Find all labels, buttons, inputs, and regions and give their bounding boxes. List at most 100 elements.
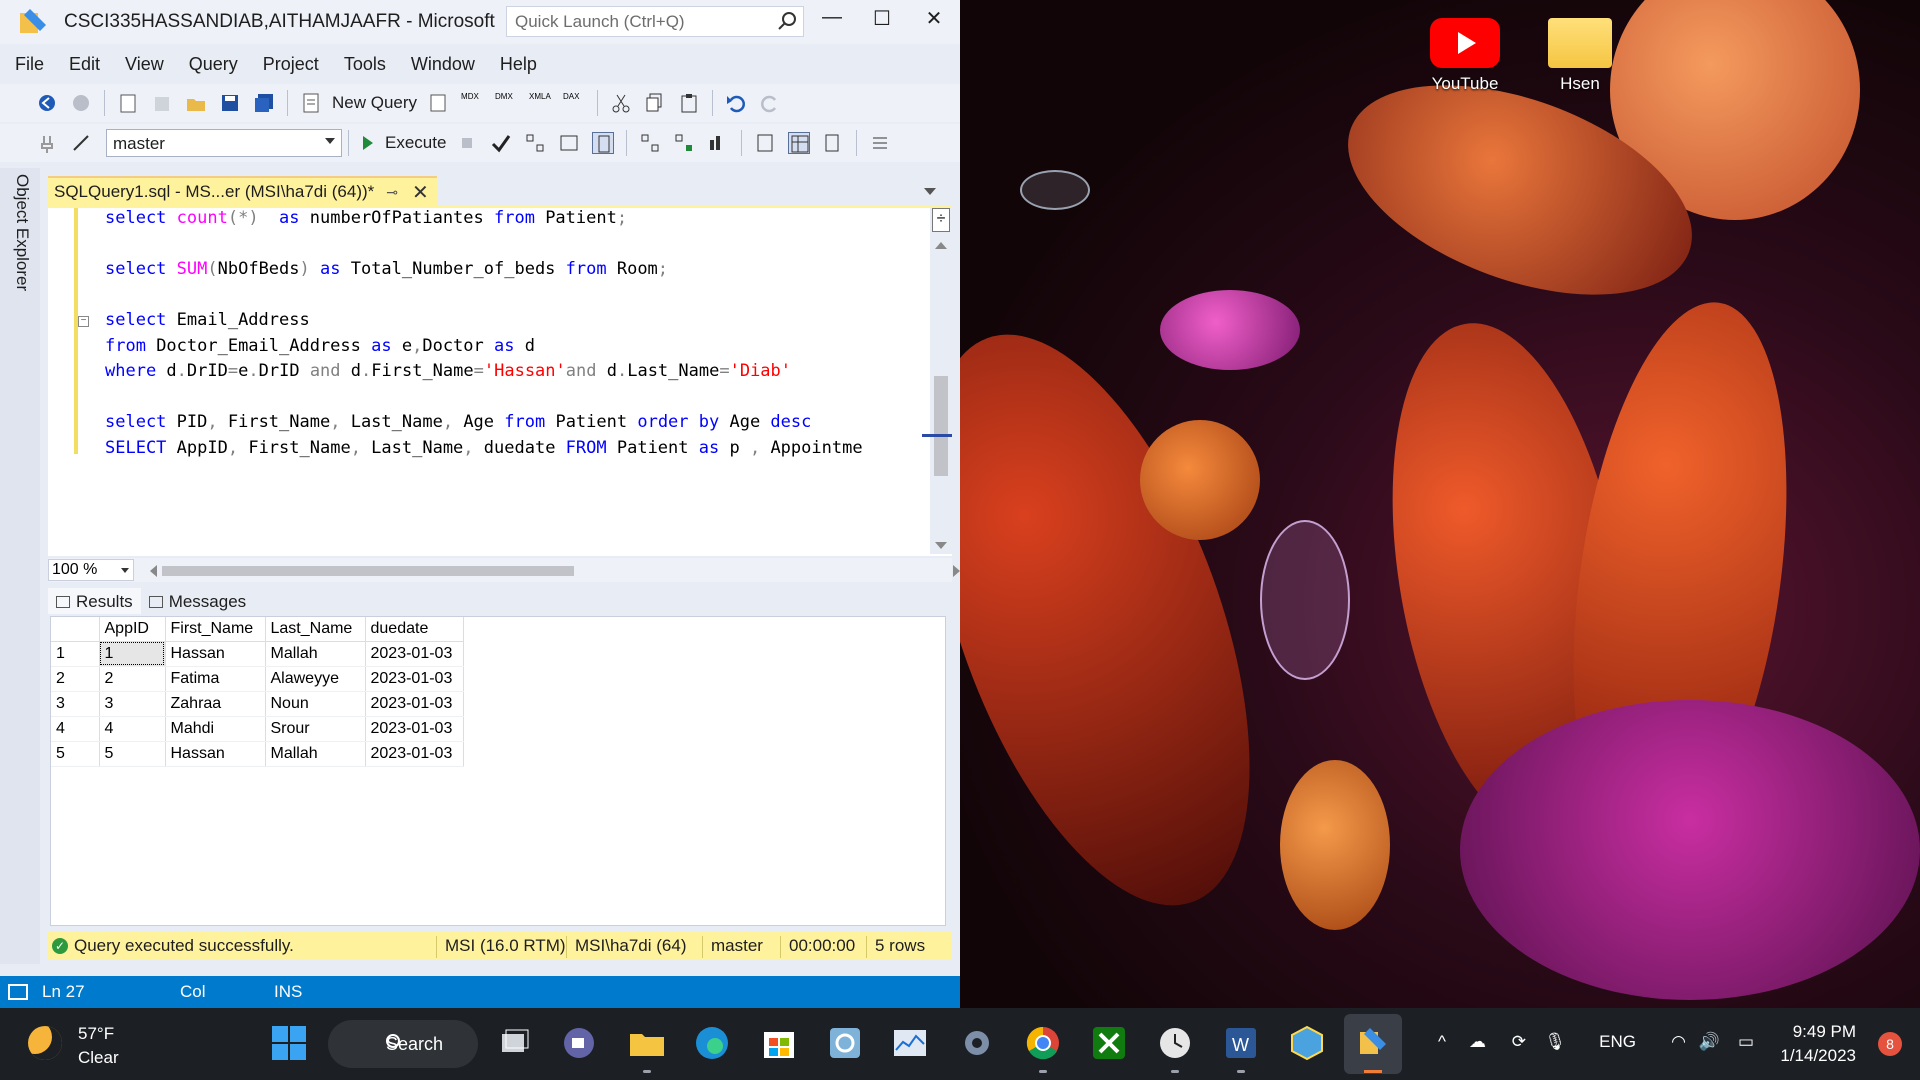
include-actual-plan-icon[interactable] — [639, 132, 661, 154]
scroll-left-icon[interactable] — [150, 565, 157, 577]
scroll-right-icon[interactable] — [953, 565, 960, 577]
column-header-appid[interactable]: AppID — [99, 617, 166, 642]
comment-out-icon[interactable] — [869, 132, 891, 154]
table-cell[interactable]: Fatima — [165, 666, 266, 692]
stop-icon[interactable] — [456, 132, 478, 154]
add-item-icon[interactable] — [151, 92, 173, 114]
table-cell[interactable]: 2023-01-03 — [365, 741, 464, 767]
weather-widget[interactable]: 57°F Clear — [28, 1022, 119, 1070]
table-cell[interactable]: Hassan — [165, 741, 266, 767]
editor-vertical-scrollbar[interactable]: ÷ — [930, 208, 952, 554]
row-number-cell[interactable]: 5 — [51, 741, 100, 767]
tab-sqlquery1[interactable]: SQLQuery1.sql - MS...er (MSI\ha7di (64))… — [48, 176, 437, 206]
display-execution-plan-icon[interactable] — [524, 132, 546, 154]
new-project-icon[interactable] — [117, 92, 139, 114]
copy-icon[interactable] — [644, 92, 666, 114]
scroll-up-icon[interactable] — [935, 242, 947, 249]
results-to-text-icon[interactable] — [754, 132, 776, 154]
onedrive-cloud-icon[interactable]: ☁ — [1469, 1032, 1486, 1052]
zoom-selector[interactable]: 100 % — [48, 559, 134, 581]
row-number-cell[interactable]: 2 — [51, 666, 100, 692]
menu-edit[interactable]: Edit — [69, 54, 100, 75]
tab-results[interactable]: Results — [48, 588, 141, 614]
file-explorer-icon[interactable] — [628, 1024, 666, 1062]
table-cell[interactable]: 2 — [99, 666, 166, 692]
chrome-icon[interactable] — [1024, 1024, 1062, 1062]
clock-app-icon[interactable] — [1156, 1024, 1194, 1062]
menu-tools[interactable]: Tools — [344, 54, 386, 75]
battery-icon[interactable]: ▭ — [1738, 1032, 1754, 1052]
table-cell[interactable]: 2023-01-03 — [365, 716, 464, 742]
input-language[interactable]: ENG — [1599, 1032, 1636, 1052]
back-icon[interactable] — [36, 92, 58, 114]
database-engine-query-icon[interactable] — [427, 92, 449, 114]
virtualbox-icon[interactable] — [1288, 1024, 1326, 1062]
query-options-icon[interactable] — [558, 132, 580, 154]
editor-horizontal-scrollbar[interactable] — [150, 562, 960, 578]
save-icon[interactable] — [219, 92, 241, 114]
desktop-icon-youtube[interactable]: YouTube — [1415, 18, 1515, 94]
settings-icon[interactable] — [958, 1024, 996, 1062]
table-cell[interactable]: 1 — [99, 641, 166, 667]
tab-messages[interactable]: Messages — [141, 588, 254, 614]
execute-button[interactable]: Execute — [385, 133, 446, 153]
sql-editor[interactable]: − select count(*) as numberOfPatiantes f… — [48, 206, 952, 556]
minimize-button[interactable]: — — [812, 6, 852, 36]
xmla-query-icon[interactable]: XMLA — [529, 92, 551, 114]
table-cell[interactable]: Zahraa — [165, 691, 266, 717]
cut-icon[interactable] — [610, 92, 632, 114]
table-cell[interactable]: Mallah — [265, 641, 366, 667]
task-view-icon[interactable] — [496, 1024, 534, 1062]
row-number-cell[interactable]: 4 — [51, 716, 100, 742]
close-button[interactable]: ✕ — [914, 6, 954, 36]
table-cell[interactable]: 2023-01-03 — [365, 666, 464, 692]
tab-dropdown-icon[interactable] — [924, 188, 936, 195]
table-cell[interactable]: 2023-01-03 — [365, 691, 464, 717]
start-button[interactable] — [270, 1024, 308, 1062]
split-view-icon[interactable]: ÷ — [932, 208, 950, 232]
taskbar-clock[interactable]: 9:49 PM 1/14/2023 — [1780, 1020, 1856, 1068]
row-number-header[interactable] — [51, 617, 100, 642]
table-cell[interactable]: Srour — [265, 716, 366, 742]
show-hidden-icons-chevron-up-icon[interactable]: ^ — [1438, 1032, 1446, 1052]
close-tab-icon[interactable]: ✕ — [412, 180, 429, 205]
microphone-icon[interactable]: 🎙 — [1544, 1032, 1566, 1052]
menu-project[interactable]: Project — [263, 54, 319, 75]
table-cell[interactable]: Alaweyye — [265, 666, 366, 692]
table-cell[interactable]: 4 — [99, 716, 166, 742]
paste-icon[interactable] — [678, 92, 700, 114]
table-row[interactable]: 5 5 Hassan Mallah 2023-01-03 — [51, 741, 464, 767]
column-header-first-name[interactable]: First_Name — [165, 617, 266, 642]
menu-help[interactable]: Help — [500, 54, 537, 75]
column-header-duedate[interactable]: duedate — [365, 617, 464, 642]
table-cell[interactable]: Hassan — [165, 641, 266, 667]
mdx-query-icon[interactable]: MDX — [461, 92, 483, 114]
object-explorer-rail[interactable]: Object Explorer — [0, 168, 40, 964]
results-to-file-icon[interactable] — [822, 132, 844, 154]
table-cell[interactable]: 2023-01-03 — [365, 641, 464, 667]
execute-icon[interactable] — [361, 132, 375, 154]
table-cell[interactable]: Noun — [265, 691, 366, 717]
table-cell[interactable]: Mahdi — [165, 716, 266, 742]
undo-icon[interactable] — [725, 92, 747, 114]
teams-chat-icon[interactable] — [560, 1024, 598, 1062]
table-row[interactable]: 2 2 Fatima Alaweyye 2023-01-03 — [51, 666, 464, 692]
word-icon[interactable]: W — [1222, 1024, 1260, 1062]
output-window-icon[interactable] — [8, 984, 28, 1000]
menu-window[interactable]: Window — [411, 54, 475, 75]
open-file-icon[interactable] — [185, 92, 207, 114]
live-query-stats-icon[interactable] — [673, 132, 695, 154]
ssms-taskbar-icon[interactable] — [1344, 1014, 1402, 1074]
maximize-button[interactable]: ☐ — [862, 6, 902, 36]
table-cell[interactable]: 3 — [99, 691, 166, 717]
edge-icon[interactable] — [693, 1024, 731, 1062]
dmx-query-icon[interactable]: DMX — [495, 92, 517, 114]
scroll-thumb[interactable] — [934, 376, 948, 476]
intellisense-toggle-icon[interactable] — [592, 132, 615, 154]
wifi-icon[interactable]: ◠ — [1671, 1032, 1686, 1052]
quick-launch-input[interactable]: Quick Launch (Ctrl+Q) — [506, 6, 804, 37]
results-grid[interactable]: AppID First_Name Last_Name duedate 1 1 Has… — [50, 616, 946, 926]
parse-checkmark-icon[interactable] — [490, 132, 512, 154]
notification-badge[interactable]: 8 — [1878, 1032, 1902, 1056]
new-query-button[interactable]: New Query — [332, 93, 417, 113]
